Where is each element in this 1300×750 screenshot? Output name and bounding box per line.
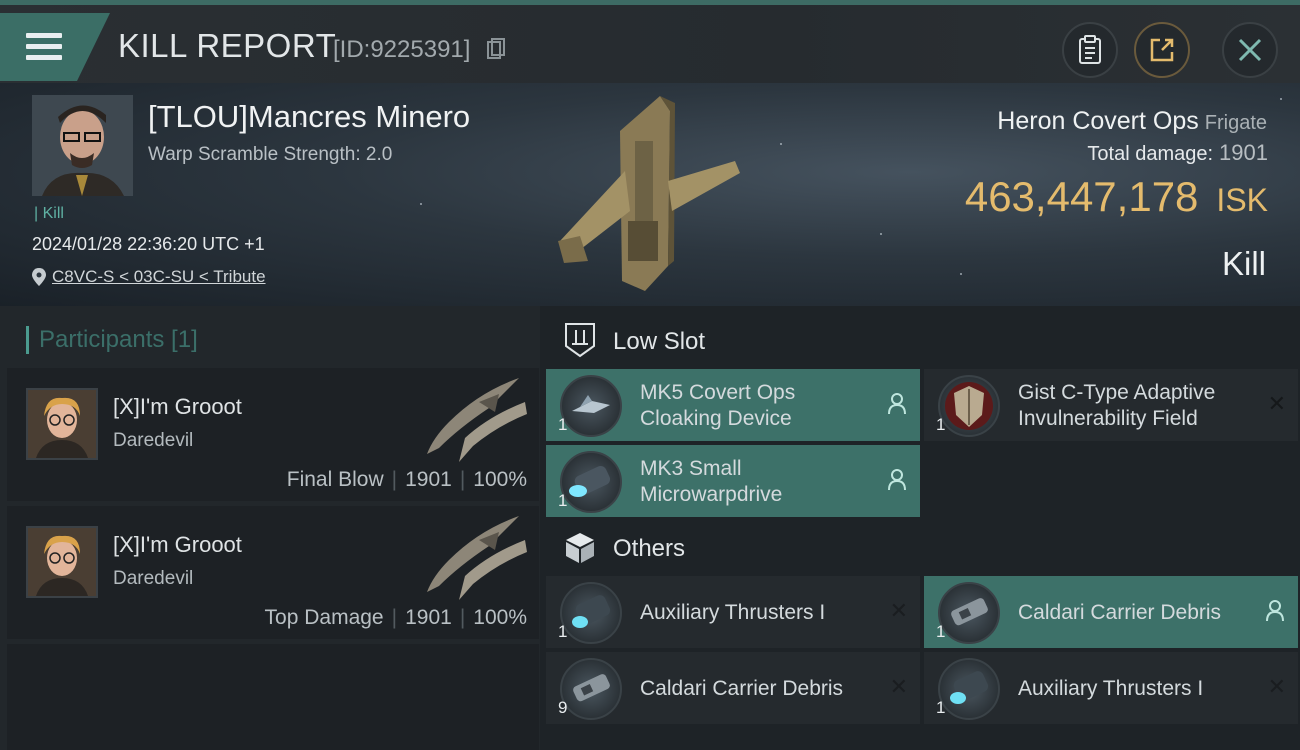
share-button[interactable] xyxy=(1134,22,1190,78)
copy-icon[interactable] xyxy=(487,38,505,60)
isk-unit: ISK xyxy=(1216,182,1268,218)
pilot-portrait-image xyxy=(32,95,133,196)
item-quantity: 1 xyxy=(558,415,568,434)
items-panel: Low Slot 1 MK5 Covert Ops Cloaking Devic… xyxy=(540,306,1300,750)
item-mk3-small-mwd[interactable]: 1 MK3 Small Microwarpdrive xyxy=(546,445,920,517)
item-name: Caldari Carrier Debris xyxy=(640,677,844,700)
close-icon xyxy=(1238,38,1262,62)
isk-value: 463,447,178 ISK xyxy=(965,173,1268,221)
participant-ship-image xyxy=(427,516,527,600)
destroyed-x-icon: ✕ xyxy=(889,674,908,699)
microwarpdrive-icon xyxy=(560,451,622,513)
item-name-line2: Invulnerability Field xyxy=(1018,407,1198,430)
participant-ship-image xyxy=(427,378,527,462)
item-name-line1: Gist C-Type Adaptive xyxy=(1018,381,1216,404)
kill-datetime: 2024/01/28 22:36:20 UTC +1 xyxy=(32,234,265,254)
total-damage-label: Total damage: xyxy=(1087,143,1214,165)
item-auxiliary-thrusters[interactable]: 1 Auxiliary Thrusters I ✕ xyxy=(924,652,1298,724)
destroyed-x-icon: ✕ xyxy=(1267,391,1286,416)
kill-result: Kill xyxy=(1221,245,1266,282)
others-title: Others xyxy=(613,535,686,562)
header-bar: KILL REPORT [ID:9225391] xyxy=(0,5,1300,83)
victim-banner: [TLOU]Mancres Minero Warp Scramble Stren… xyxy=(0,83,1300,306)
item-caldari-carrier-debris[interactable]: 1 Caldari Carrier Debris xyxy=(924,576,1298,648)
participant-empty-row xyxy=(7,644,539,750)
participant-damage: 1901 xyxy=(405,606,452,629)
location-link[interactable]: C8VC-S < 03C-SU < Tribute xyxy=(52,267,266,287)
victim-ship-name: Heron Covert Ops Frigate xyxy=(997,107,1267,136)
item-quantity: 9 xyxy=(558,698,568,717)
auxiliary-thrusters-icon xyxy=(938,658,1000,720)
cloaking-device-icon xyxy=(560,375,622,437)
item-name: Caldari Carrier Debris xyxy=(1018,601,1222,624)
carrier-debris-icon xyxy=(938,582,1000,644)
invulnerability-field-icon xyxy=(938,375,1000,437)
participant-ship: Daredevil xyxy=(113,430,194,451)
dropped-user-icon xyxy=(1266,600,1284,622)
carrier-debris-icon xyxy=(560,658,622,720)
clipboard-icon xyxy=(1079,35,1101,64)
item-quantity: 1 xyxy=(936,622,946,641)
close-button[interactable] xyxy=(1222,22,1278,78)
item-name: Auxiliary Thrusters I xyxy=(640,601,826,624)
participant-name: [X]I'm Grooot xyxy=(113,394,242,419)
item-name-line1: MK5 Covert Ops xyxy=(640,381,796,404)
item-name-line1: MK3 Small xyxy=(640,457,742,480)
item-name: Auxiliary Thrusters I xyxy=(1018,677,1204,700)
item-quantity: 1 xyxy=(936,415,946,434)
participant-tag: Final Blow xyxy=(286,468,384,491)
participants-panel: Participants [1] [X]I'm Grooot Daredevil… xyxy=(0,306,540,750)
location-pin-icon xyxy=(32,268,46,286)
participant-tag: Top Damage xyxy=(264,606,384,629)
low-slot-title: Low Slot xyxy=(613,328,706,355)
ship-class: Frigate xyxy=(1204,112,1267,134)
share-icon xyxy=(1150,38,1174,62)
total-damage: Total damage: 1901 xyxy=(1087,140,1268,166)
participant-card[interactable]: [X]I'm Grooot Daredevil Final Blow | 190… xyxy=(7,368,539,501)
kill-location[interactable]: C8VC-S < 03C-SU < Tribute xyxy=(32,267,266,287)
participant-percent: 100% xyxy=(473,468,527,491)
isk-amount: 463,447,178 xyxy=(964,173,1199,220)
item-quantity: 1 xyxy=(558,622,568,641)
ship-type: Heron Covert Ops xyxy=(997,107,1199,135)
victim-portrait[interactable] xyxy=(32,95,133,196)
low-slot-icon xyxy=(565,323,595,358)
participant-name: [X]I'm Grooot xyxy=(113,532,242,557)
dropped-user-icon xyxy=(888,393,906,415)
item-auxiliary-thrusters[interactable]: 1 Auxiliary Thrusters I ✕ xyxy=(546,576,920,648)
item-caldari-carrier-debris[interactable]: 9 Caldari Carrier Debris ✕ xyxy=(546,652,920,724)
item-name-line2: Microwarpdrive xyxy=(640,483,783,506)
dropped-user-icon xyxy=(888,469,906,491)
warp-scramble-strength: Warp Scramble Strength: 2.0 xyxy=(148,144,393,165)
item-gist-c-type-invuln[interactable]: 1 Gist C-Type Adaptive Invulnerability F… xyxy=(924,369,1298,441)
auxiliary-thrusters-icon xyxy=(560,582,622,644)
item-mk5-covert-ops-cloak[interactable]: 1 MK5 Covert Ops Cloaking Device xyxy=(546,369,920,441)
victim-ship-image xyxy=(558,96,740,291)
participant-damage: 1901 xyxy=(405,468,452,491)
item-quantity: 1 xyxy=(936,698,946,717)
destroyed-x-icon: ✕ xyxy=(1267,674,1286,699)
participant-avatar xyxy=(26,526,98,598)
participant-stats: Top Damage | 1901 | 100% xyxy=(264,606,527,629)
report-id: [ID:9225391] xyxy=(333,36,471,63)
participant-percent: 100% xyxy=(473,606,527,629)
total-damage-value: 1901 xyxy=(1219,140,1268,165)
victim-pilot-name[interactable]: [TLOU]Mancres Minero xyxy=(148,99,470,135)
participant-ship: Daredevil xyxy=(113,568,194,589)
menu-button[interactable] xyxy=(0,13,110,81)
hamburger-icon xyxy=(26,33,62,66)
destroyed-x-icon: ✕ xyxy=(889,598,908,623)
participant-stats: Final Blow | 1901 | 100% xyxy=(286,468,527,491)
kill-label-small: | Kill xyxy=(34,205,64,222)
participant-avatar xyxy=(26,388,98,460)
participant-card[interactable]: [X]I'm Grooot Daredevil Top Damage | 190… xyxy=(7,506,539,639)
page-title: KILL REPORT xyxy=(118,27,337,64)
clipboard-button[interactable] xyxy=(1062,22,1118,78)
item-name-line2: Cloaking Device xyxy=(640,407,792,430)
others-box-icon xyxy=(566,533,594,563)
participants-title: Participants [1] xyxy=(26,326,198,354)
item-quantity: 1 xyxy=(558,491,568,510)
